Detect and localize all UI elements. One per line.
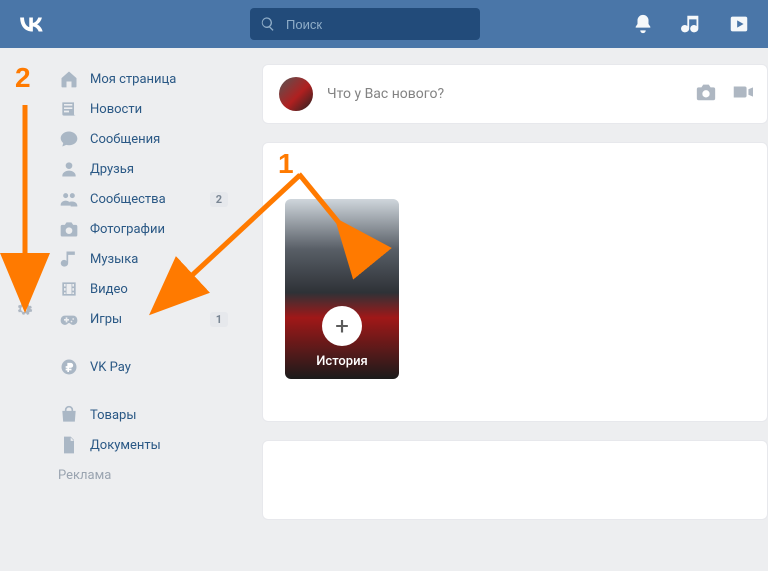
sidebar-item-docs[interactable]: Документы — [52, 430, 232, 460]
video-play-icon[interactable] — [728, 13, 750, 35]
main-content: Что у Вас нового? + История — [262, 64, 768, 520]
sidebar-item-vkpay[interactable]: VK Pay — [52, 352, 232, 382]
users-icon — [58, 188, 80, 210]
sidebar-item-profile[interactable]: Моя страница — [52, 64, 232, 94]
music-icon[interactable] — [680, 13, 702, 35]
camera-icon — [58, 218, 80, 240]
sidebar-item-photos[interactable]: Фотографии — [52, 214, 232, 244]
newspaper-icon — [58, 98, 80, 120]
sidebar-item-market[interactable]: Товары — [52, 400, 232, 430]
compose-box[interactable]: Что у Вас нового? — [262, 64, 768, 124]
compose-placeholder[interactable]: Что у Вас нового? — [327, 86, 444, 102]
sidebar-item-friends[interactable]: Друзья — [52, 154, 232, 184]
sidebar: Моя страница Новости Сообщения Друзья Со… — [48, 64, 232, 520]
badge: 1 — [210, 312, 228, 327]
app-root: Моя страница Новости Сообщения Друзья Со… — [0, 0, 768, 571]
camera-icon[interactable] — [695, 81, 717, 107]
header-actions — [632, 13, 750, 35]
note-icon — [58, 248, 80, 270]
sidebar-item-messages[interactable]: Сообщения — [52, 124, 232, 154]
sidebar-label: Сообщества — [90, 192, 166, 207]
sidebar-label: Видео — [90, 282, 128, 297]
sidebar-label: Музыка — [90, 252, 138, 267]
header-bar — [0, 0, 768, 48]
ruble-icon — [58, 356, 80, 378]
sidebar-ads[interactable]: Реклама — [52, 460, 232, 483]
sidebar-label: VK Pay — [90, 360, 131, 375]
user-icon — [58, 158, 80, 180]
sidebar-label: Товары — [90, 408, 136, 423]
search-input[interactable] — [284, 16, 470, 33]
vk-logo[interactable] — [12, 9, 50, 39]
sidebar-label: Фотографии — [90, 222, 165, 237]
gear-icon[interactable] — [15, 300, 33, 322]
sidebar-item-games[interactable]: Игры 1 — [52, 304, 232, 334]
compose-attachments — [695, 81, 753, 107]
page-body: Моя страница Новости Сообщения Друзья Со… — [0, 48, 768, 520]
left-gutter — [0, 64, 48, 520]
document-icon — [58, 434, 80, 456]
stories-block: + История — [262, 142, 768, 422]
avatar[interactable] — [279, 77, 313, 111]
sidebar-item-music[interactable]: Музыка — [52, 244, 232, 274]
sidebar-label: Моя страница — [90, 72, 176, 87]
gamepad-icon — [58, 308, 80, 330]
sidebar-label: Документы — [90, 438, 161, 453]
sidebar-label: Новости — [90, 102, 142, 117]
sidebar-item-groups[interactable]: Сообщества 2 — [52, 184, 232, 214]
chat-icon — [58, 128, 80, 150]
home-icon — [58, 68, 80, 90]
sidebar-label: Игры — [90, 312, 122, 327]
sidebar-label: Сообщения — [90, 132, 160, 147]
search-icon — [260, 16, 276, 32]
notifications-icon[interactable] — [632, 13, 654, 35]
search-field[interactable] — [250, 8, 480, 40]
feed-block — [262, 440, 768, 520]
story-add-card[interactable]: + История — [285, 199, 399, 379]
film-icon — [58, 278, 80, 300]
sidebar-label: Друзья — [90, 162, 134, 177]
plus-icon: + — [322, 306, 362, 346]
bag-icon — [58, 404, 80, 426]
story-label: История — [316, 354, 368, 369]
sidebar-item-news[interactable]: Новости — [52, 94, 232, 124]
sidebar-item-video[interactable]: Видео — [52, 274, 232, 304]
video-icon[interactable] — [731, 81, 753, 107]
badge: 2 — [210, 192, 228, 207]
